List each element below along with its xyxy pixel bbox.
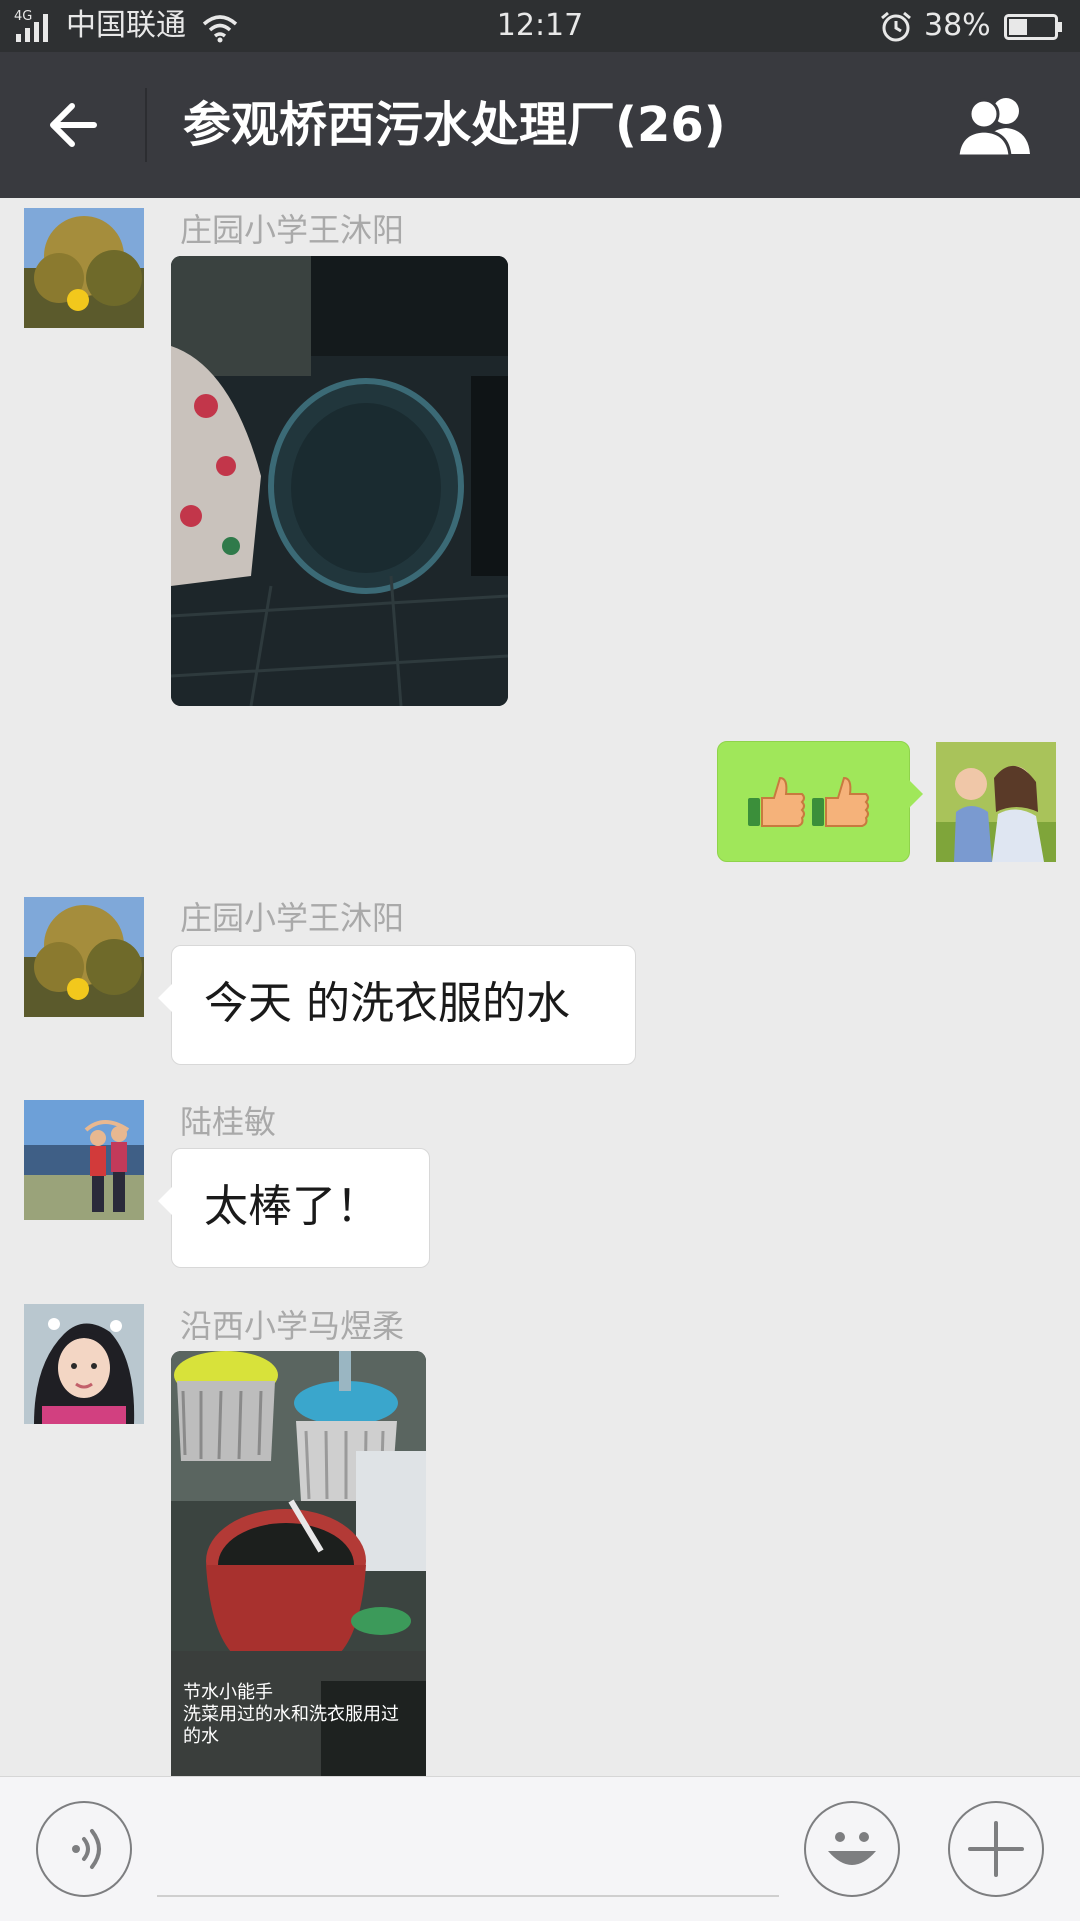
sender-name: 陆桂敏 bbox=[180, 1103, 277, 1141]
voice-button[interactable] bbox=[36, 1801, 132, 1897]
received-message-bubble[interactable]: 今天 的洗衣服的水 bbox=[158, 945, 636, 1065]
emoji-icon bbox=[828, 1832, 876, 1865]
bubble-tail bbox=[909, 780, 923, 808]
header-divider bbox=[145, 88, 147, 162]
sender-name: 沿西小学马煜柔 bbox=[180, 1307, 405, 1345]
caption-line: 节水小能手 bbox=[183, 1682, 273, 1703]
received-message-bubble[interactable]: 太棒了！ bbox=[158, 1148, 430, 1268]
sender-name: 庄园小学王沐阳 bbox=[180, 211, 405, 249]
voice-icon bbox=[72, 1829, 101, 1869]
input-bar bbox=[0, 1776, 1080, 1921]
message-text: 太棒了！ bbox=[204, 1181, 380, 1232]
caption-line: 洗菜用过的水和洗衣服用过 bbox=[183, 1704, 399, 1725]
image-caption: 节水小能手 洗菜用过的水和洗衣服用过 的水 bbox=[183, 1682, 399, 1748]
alarm-icon bbox=[881, 11, 911, 42]
image-message[interactable]: 节水小能手 洗菜用过的水和洗衣服用过 的水 bbox=[171, 1351, 426, 1776]
avatar[interactable] bbox=[24, 897, 144, 1017]
group-members-icon[interactable] bbox=[954, 94, 1038, 158]
sender-name: 庄园小学王沐阳 bbox=[180, 899, 405, 937]
emoji-button[interactable] bbox=[804, 1801, 900, 1897]
avatar[interactable] bbox=[24, 208, 144, 328]
chat-title: 参观桥西污水处理厂(26) bbox=[183, 97, 726, 153]
plus-icon bbox=[968, 1821, 1024, 1877]
image-message[interactable] bbox=[171, 256, 508, 706]
message-text: 今天 的洗衣服的水 bbox=[204, 978, 570, 1029]
status-bar: 4G 中国联通 12:17 38% bbox=[0, 0, 1080, 52]
more-button[interactable] bbox=[948, 1801, 1044, 1897]
bubble-tail bbox=[158, 984, 172, 1012]
clock: 12:17 bbox=[496, 8, 584, 43]
bubble-tail bbox=[158, 1187, 172, 1215]
arrow-left-icon[interactable] bbox=[44, 95, 104, 155]
battery-percent: 38% bbox=[924, 8, 991, 43]
thumbs-up-icon bbox=[748, 776, 869, 827]
avatar[interactable] bbox=[24, 1100, 144, 1220]
sent-message-bubble[interactable] bbox=[717, 741, 923, 862]
my-avatar[interactable] bbox=[936, 742, 1056, 862]
avatar[interactable] bbox=[24, 1304, 144, 1424]
message-input[interactable] bbox=[157, 1895, 779, 1897]
caption-line: 的水 bbox=[183, 1726, 219, 1747]
chat-header: 参观桥西污水处理厂(26) bbox=[0, 52, 1080, 198]
battery-icon bbox=[1004, 14, 1062, 40]
